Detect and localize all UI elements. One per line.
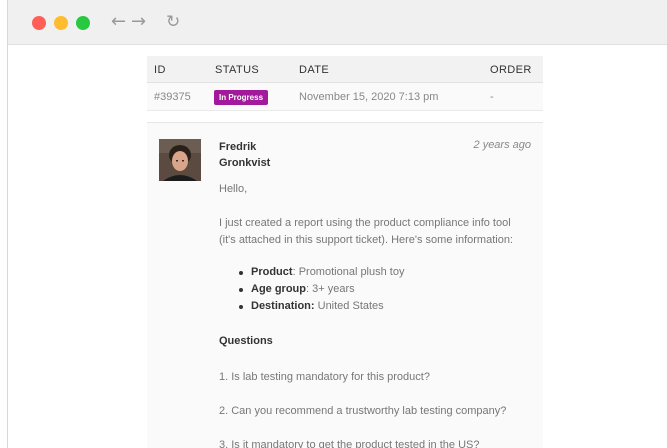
forward-arrow-icon[interactable]: → [131, 11, 146, 33]
ticket-id: #39375 [154, 91, 191, 103]
reload-icon[interactable]: ↻ [166, 11, 180, 33]
detail-value: Promotional plush toy [298, 266, 405, 278]
list-item: Product: Promotional plush toy [237, 264, 404, 281]
question-3: 3. Is it mandatory to get the product te… [219, 439, 480, 448]
detail-label: Destination: [251, 300, 315, 312]
author-first-name: Fredrik [219, 141, 257, 153]
message-card: Fredrik Gronkvist 2 years ago Hello, I j… [147, 122, 543, 448]
close-dot-icon[interactable] [32, 16, 46, 30]
greeting-text: Hello, [219, 183, 248, 195]
message-timestamp: 2 years ago [473, 139, 531, 151]
ticket-view: ID STATUS DATE ORDER #39375 In Progress … [147, 56, 543, 448]
avatar [159, 139, 201, 181]
detail-label: Age group [251, 283, 306, 295]
table-row[interactable]: #39375 In Progress November 15, 2020 7:1… [147, 83, 543, 111]
detail-value: 3+ years [312, 283, 355, 295]
column-header-date: DATE [299, 64, 330, 76]
back-arrow-icon[interactable]: ← [111, 11, 126, 33]
browser-toolbar: ← → ↻ [8, 0, 667, 45]
detail-label: Product [251, 266, 293, 278]
details-list: Product: Promotional plush toy Age group… [237, 264, 404, 315]
intro-line-2: (it's attached in this support ticket). … [219, 234, 513, 246]
detail-value: United States [317, 300, 384, 312]
list-item: Destination: United States [237, 298, 404, 315]
ticket-date: November 15, 2020 7:13 pm [299, 91, 439, 103]
browser-window: ← → ↻ ID STATUS DATE ORDER #39375 In Pro… [7, 0, 667, 448]
column-header-status: STATUS [215, 64, 260, 76]
intro-line-1: I just created a report using the produc… [219, 217, 511, 229]
minimize-dot-icon[interactable] [54, 16, 68, 30]
maximize-dot-icon[interactable] [76, 16, 90, 30]
ticket-table-header: ID STATUS DATE ORDER [147, 56, 543, 83]
questions-heading: Questions [219, 335, 273, 347]
column-header-id: ID [154, 64, 166, 76]
list-item: Age group: 3+ years [237, 281, 404, 298]
question-1: 1. Is lab testing mandatory for this pro… [219, 371, 430, 383]
author-last-name: Gronkvist [219, 157, 271, 169]
status-badge: In Progress [214, 90, 269, 105]
column-header-order: ORDER [490, 64, 532, 76]
question-2: 2. Can you recommend a trustworthy lab t… [219, 405, 507, 417]
ticket-order: - [490, 91, 494, 103]
author-name: Fredrik Gronkvist [219, 139, 319, 171]
